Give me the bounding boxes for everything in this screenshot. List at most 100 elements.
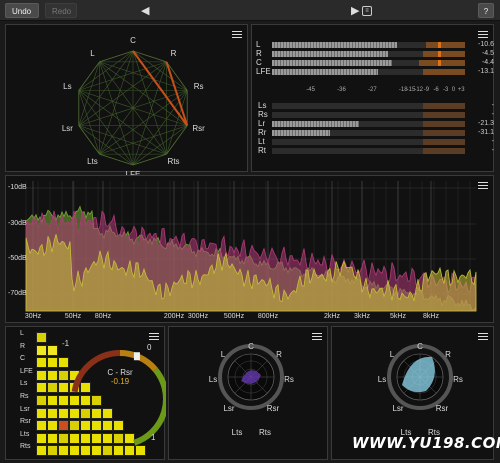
scope-label-lsr: Lsr [392, 404, 404, 413]
meter-level-bar [272, 51, 388, 57]
speaker-map-graph [78, 50, 189, 166]
previous-preset-icon[interactable]: ◀ [141, 4, 149, 17]
gauge-zero-label: 0 [147, 343, 152, 352]
speaker-label-c: C [130, 36, 136, 45]
freq-axis-label: 3kHz [354, 313, 370, 320]
gauge-needle-marker [133, 352, 140, 361]
speaker-link-line [78, 50, 134, 126]
meter-headroom-zone [422, 148, 465, 154]
undo-button[interactable]: Undo [5, 3, 39, 18]
scope-label-rs: Rs [453, 375, 463, 384]
meter-scale-tick: -36 [337, 87, 346, 93]
meter-scale-tick: -45 [306, 87, 315, 93]
redo-button[interactable]: Redo [45, 3, 77, 18]
watermark-text: WWW.YU198.COM [352, 434, 500, 452]
meter-value: - [491, 111, 494, 118]
speaker-link-line [78, 90, 100, 155]
meter-value: -13.1 [478, 68, 494, 75]
db-axis-label: -50dB [8, 255, 27, 262]
gauge-min-label: -1 [62, 339, 70, 348]
scope-label-rts: Rts [259, 428, 271, 437]
preset-menu-icon[interactable]: ≡ [362, 6, 372, 16]
correlation-gauge [71, 350, 166, 446]
speaker-link-line [78, 125, 167, 155]
meter-scale-tick: 0 [451, 87, 456, 93]
db-axis-label: -30dB [8, 220, 27, 227]
meter-value: -4.5 [481, 50, 494, 57]
meter-label: Lt [258, 137, 265, 146]
meter-headroom-zone [422, 139, 465, 145]
correlation-pair-label: C - Rsr [107, 368, 133, 377]
speaker-label-lsr: Lsr [61, 123, 73, 133]
spectrum-analyzer-panel: -10dB -30dB -50dB -70dB 30Hz 50Hz 80Hz 200Hz 300… [5, 175, 494, 323]
scope-label-l: L [389, 350, 395, 359]
meter-label: L [256, 40, 261, 49]
speaker-label-rs: Rs [193, 82, 204, 92]
meter-value: - [491, 147, 494, 154]
db-axis-label: -70dB [8, 290, 27, 297]
meter-headroom-zone [422, 121, 465, 127]
freq-axis-label: 5kHz [390, 313, 406, 320]
speaker-link-line [99, 125, 188, 155]
meter-value: -31.1 [478, 129, 494, 136]
speaker-link-line [78, 61, 167, 91]
toolbar: Undo Redo ◀ ▶ ≡ ? [0, 0, 500, 21]
meter-headroom-zone [418, 60, 465, 66]
speaker-label-r: R [170, 48, 177, 58]
freq-axis-label: 8kHz [423, 313, 439, 320]
meter-scale-tick: +3 [457, 87, 465, 93]
meter-scale-tick: -9 [423, 87, 430, 93]
speaker-link-line [78, 90, 167, 155]
scope-label-r: R [445, 350, 451, 359]
meter-peak-indicator [437, 42, 441, 48]
meter-value: - [491, 102, 494, 109]
speaker-label-ls: Ls [63, 82, 72, 92]
correlation-panel: L R C LFE Ls Rs Lsr Rsr Lts Rts -1 0 1 C - Rsr -0… [5, 326, 166, 460]
meter-headroom-zone [422, 69, 465, 75]
speaker-label-rsr: Rsr [192, 123, 205, 133]
level-meters-panel: L -10.6 R -4.5 C -4.4 LFE -13.1 -45 -36 -27 -18 -15… [251, 24, 494, 172]
gauge-arc-positive [133, 367, 166, 446]
meter-level-bar [272, 60, 392, 66]
meter-level-bar [272, 69, 379, 75]
freq-axis-label: 800Hz [257, 313, 279, 320]
level-meters-menu-icon[interactable] [478, 31, 488, 39]
speaker-label-l: L [90, 48, 95, 58]
freq-axis-label: 30Hz [24, 313, 42, 320]
speaker-link-line [78, 61, 100, 126]
freq-axis-label: 2kHz [324, 313, 340, 320]
freq-axis-label: 80Hz [94, 313, 112, 320]
speaker-link-line [99, 61, 134, 166]
meter-value: -21.3 [478, 120, 494, 127]
meter-peak-indicator [437, 60, 441, 66]
meter-scale-tick: -3 [443, 87, 449, 93]
speaker-correlation-line [132, 50, 189, 127]
scope-label-c: C [248, 342, 254, 351]
meter-headroom-zone [422, 130, 465, 136]
meter-value: - [491, 138, 494, 145]
scope-label-rsr: Rsr [435, 404, 449, 413]
scope-label-rs: Rs [284, 375, 294, 384]
meter-label: Ls [258, 101, 267, 110]
scope-label-c: C [417, 342, 423, 351]
meter-scale-tick: -6 [433, 87, 439, 93]
freq-axis-label: 50Hz [64, 313, 82, 320]
help-button[interactable]: ? [478, 3, 494, 18]
next-preset-icon[interactable]: ▶ [351, 4, 359, 17]
meter-scale-tick: -27 [368, 87, 377, 93]
meter-label: R [256, 49, 262, 58]
meter-level-bar [272, 42, 398, 48]
meter-scale-tick: -12 [414, 87, 424, 93]
meter-headroom-zone [422, 103, 465, 109]
scope-label-lts: Lts [231, 428, 243, 437]
freq-axis-label: 300Hz [187, 313, 209, 320]
meter-value: -10.6 [478, 41, 494, 48]
meter-level-bar [272, 121, 359, 127]
spectrum-plot [25, 181, 477, 312]
speaker-map-panel: CRRsRsrRtsLFELtsLsrLsL [5, 24, 248, 179]
gauge-max-label: 1 [151, 433, 156, 442]
scope-label-ls: Ls [377, 375, 387, 384]
speaker-label-rts: Rts [167, 157, 180, 167]
meter-level-bar [272, 130, 330, 136]
db-axis-label: -10dB [8, 184, 27, 191]
